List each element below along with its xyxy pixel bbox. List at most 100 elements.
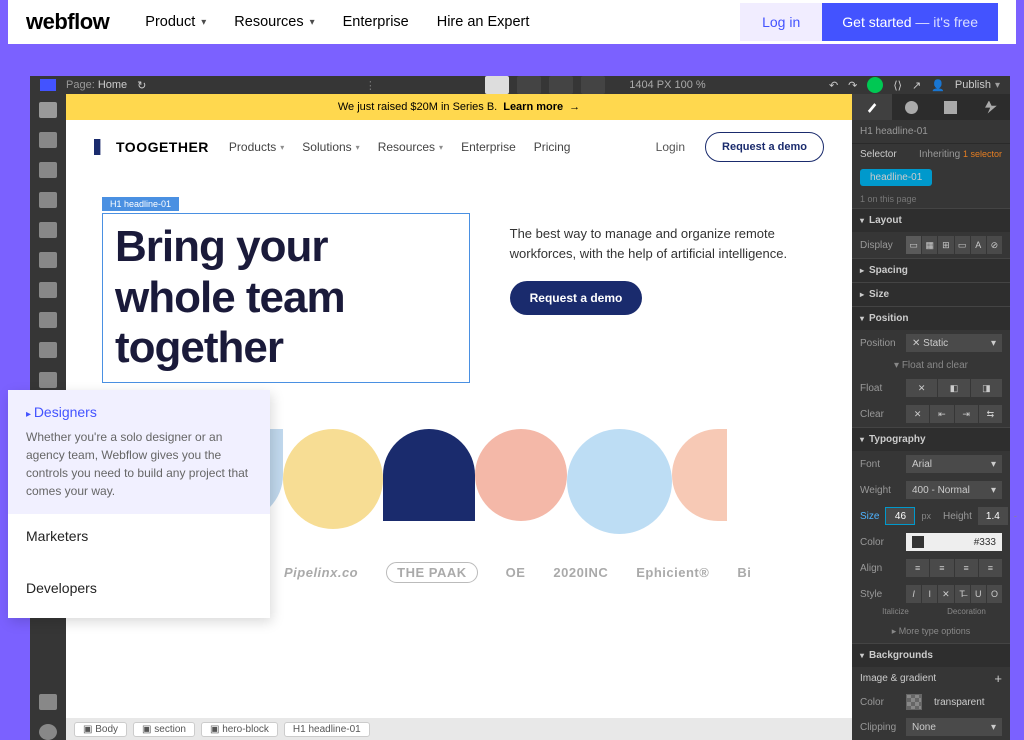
crumb-headline[interactable]: H1 headline-01 xyxy=(284,722,370,737)
webflow-logo[interactable]: webflow xyxy=(26,9,109,35)
login-button[interactable]: Log in xyxy=(740,3,822,41)
selection-tag[interactable]: H1 headline-01 xyxy=(102,197,179,211)
popover-item-designers[interactable]: Designers Whether you're a solo designer… xyxy=(8,390,270,514)
logo-oe: OE xyxy=(506,565,526,580)
site-menu-enterprise[interactable]: Enterprise xyxy=(461,140,516,154)
section-layout[interactable]: ▾Layout xyxy=(852,209,1010,232)
cms-icon[interactable] xyxy=(39,252,57,268)
site-menu-products[interactable]: Products▾ xyxy=(229,140,284,154)
site-menu-resources[interactable]: Resources▾ xyxy=(378,140,443,154)
publish-button[interactable]: Publish ▾ xyxy=(955,79,1000,91)
page-name[interactable]: Home xyxy=(98,79,127,91)
font-dropdown[interactable]: Arial▾ xyxy=(906,455,1002,473)
logic-icon[interactable] xyxy=(39,342,57,358)
popover-item-marketers[interactable]: Marketers xyxy=(8,514,270,566)
user-icon[interactable]: 👤 xyxy=(931,79,945,92)
element-heading: H1 headline-01 xyxy=(852,120,1010,144)
apps-icon[interactable] xyxy=(39,372,57,388)
color-input[interactable]: #333 xyxy=(906,533,1002,551)
tab-settings[interactable] xyxy=(892,94,932,120)
clipping-dropdown[interactable]: None▾ xyxy=(906,718,1002,736)
tab-effects[interactable] xyxy=(971,94,1011,120)
code-icon[interactable]: ⟨⟩ xyxy=(893,79,902,92)
components-icon[interactable] xyxy=(39,192,57,208)
chevron-down-icon: ▾ xyxy=(310,17,315,28)
on-page-count: 1 on this page xyxy=(852,190,1010,208)
viewport-mobile-l[interactable] xyxy=(549,76,573,94)
section-typography[interactable]: ▾Typography xyxy=(852,428,1010,451)
display-buttons[interactable]: ▭▦⊞▭A⊘ xyxy=(906,236,1002,254)
crumb-body[interactable]: ▣ Body xyxy=(74,722,127,737)
site-brand[interactable]: TOOGETHER xyxy=(94,139,209,155)
site-demo-button[interactable]: Request a demo xyxy=(705,132,824,162)
selected-element[interactable]: Bring your whole team together xyxy=(102,213,470,383)
bg-color-swatch[interactable] xyxy=(906,694,922,710)
nav-item-hire[interactable]: Hire an Expert xyxy=(437,14,530,30)
users-icon[interactable] xyxy=(39,282,57,298)
section-position[interactable]: ▾Position xyxy=(852,307,1010,330)
get-started-button[interactable]: Get started — it's free xyxy=(822,3,998,41)
chevron-down-icon: ▾ xyxy=(201,17,206,28)
brush-icon xyxy=(865,101,878,114)
site-login[interactable]: Login xyxy=(656,140,685,154)
site-menu-solutions[interactable]: Solutions▾ xyxy=(302,140,359,154)
navigator-icon[interactable] xyxy=(39,162,57,178)
tab-style[interactable] xyxy=(852,94,892,120)
canvas-dimensions: 1404 PX 100 % xyxy=(629,79,705,91)
line-height-input[interactable] xyxy=(978,507,1008,525)
hero-subhead[interactable]: The best way to manage and organize remo… xyxy=(510,224,816,263)
site-menu-pricing[interactable]: Pricing xyxy=(534,140,571,154)
font-size-input[interactable] xyxy=(885,507,915,525)
preview-icon[interactable]: ↻ xyxy=(137,79,146,92)
more-type-options[interactable]: ▸ More type options xyxy=(852,620,1010,643)
float-buttons[interactable]: ✕◧◨ xyxy=(906,379,1002,397)
section-spacing[interactable]: ▸Spacing xyxy=(852,259,1010,282)
style-panel: H1 headline-01 SelectorInheriting 1 sele… xyxy=(852,94,1010,740)
hero-headline[interactable]: Bring your whole team together xyxy=(115,222,457,374)
export-icon[interactable]: ↗ xyxy=(912,79,921,92)
bolt-icon xyxy=(984,101,997,114)
pages-icon[interactable] xyxy=(39,132,57,148)
redo-icon[interactable]: ↷ xyxy=(848,79,857,92)
section-backgrounds[interactable]: ▾Backgrounds xyxy=(852,644,1010,667)
position-dropdown[interactable]: ✕ Static▾ xyxy=(906,334,1002,352)
selector-chip[interactable]: headline-01 xyxy=(860,169,932,186)
float-clear-toggle[interactable]: ▾ Float and clear xyxy=(852,356,1010,375)
popover-item-developers[interactable]: Developers xyxy=(8,566,270,618)
status-ok-icon[interactable] xyxy=(867,77,883,93)
style-buttons[interactable]: II✕T̶UO xyxy=(906,585,1002,603)
add-icon[interactable] xyxy=(39,102,57,118)
crumb-hero[interactable]: ▣ hero-block xyxy=(201,722,278,737)
shape-circle xyxy=(283,429,383,529)
assets-icon[interactable] xyxy=(39,222,57,238)
shape-half xyxy=(672,429,727,521)
audit-icon[interactable] xyxy=(39,694,57,710)
viewport-desktop[interactable] xyxy=(485,76,509,94)
shape-circle xyxy=(475,429,567,521)
nav-item-resources[interactable]: Resources▾ xyxy=(234,14,314,30)
logo-ephicient: Ephicient® xyxy=(636,565,709,580)
tab-interactions[interactable] xyxy=(931,94,971,120)
breadcrumb: ▣ Body ▣ section ▣ hero-block H1 headlin… xyxy=(66,718,852,740)
nav-item-product[interactable]: Product▾ xyxy=(145,14,206,30)
section-size[interactable]: ▸Size xyxy=(852,283,1010,306)
add-bg-icon[interactable]: + xyxy=(994,671,1002,686)
hero-cta-button[interactable]: Request a demo xyxy=(510,281,643,315)
align-buttons[interactable]: ≡≡≡≡ xyxy=(906,559,1002,577)
nav-item-enterprise[interactable]: Enterprise xyxy=(343,14,409,30)
announcement-banner[interactable]: We just raised $20M in Series B.Learn mo… xyxy=(66,94,852,120)
wf-icon[interactable] xyxy=(40,79,56,91)
undo-icon[interactable]: ↶ xyxy=(829,79,838,92)
clear-buttons[interactable]: ✕⇤⇥⇆ xyxy=(906,405,1002,423)
ecommerce-icon[interactable] xyxy=(39,312,57,328)
help-icon[interactable] xyxy=(39,724,57,740)
viewport-mobile[interactable] xyxy=(581,76,605,94)
product-dropdown-popover: Designers Whether you're a solo designer… xyxy=(8,390,270,618)
logo-2020inc: 2020INC xyxy=(553,565,608,580)
weight-dropdown[interactable]: 400 - Normal▾ xyxy=(906,481,1002,499)
crumb-section[interactable]: ▣ section xyxy=(133,722,195,737)
viewport-tablet[interactable] xyxy=(517,76,541,94)
site-nav: TOOGETHER Products▾ Solutions▾ Resources… xyxy=(66,120,852,174)
shape-circle xyxy=(567,429,672,534)
logo-paak: THE PAAK xyxy=(386,562,477,583)
